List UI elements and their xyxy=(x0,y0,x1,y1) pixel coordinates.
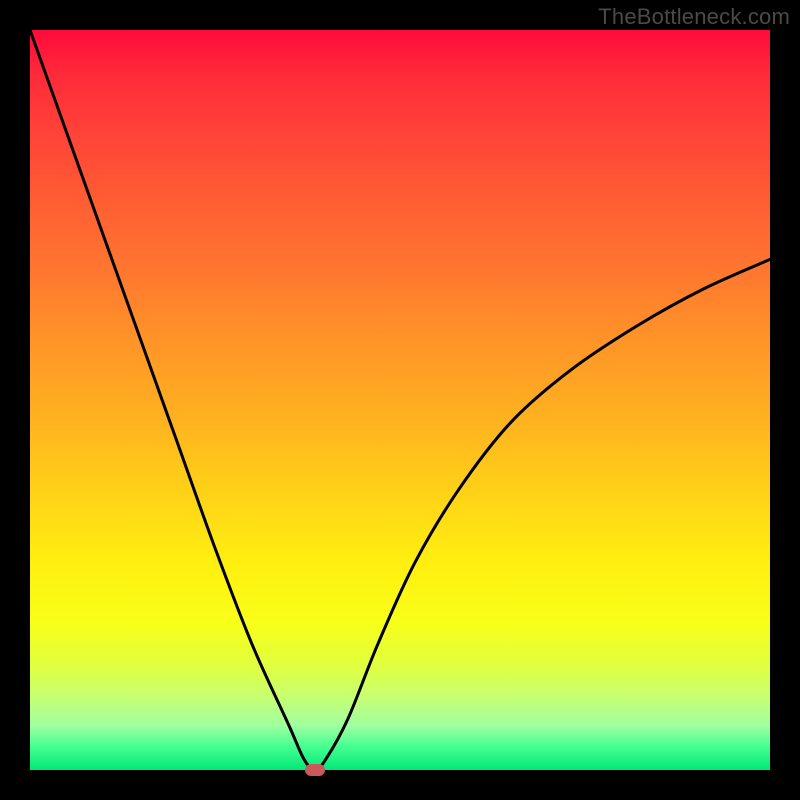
bottleneck-curve xyxy=(30,30,770,770)
watermark-text: TheBottleneck.com xyxy=(598,4,790,30)
plot-area xyxy=(30,30,770,770)
optimal-point-marker xyxy=(305,764,325,776)
chart-frame: TheBottleneck.com xyxy=(0,0,800,800)
curve-svg xyxy=(30,30,770,770)
